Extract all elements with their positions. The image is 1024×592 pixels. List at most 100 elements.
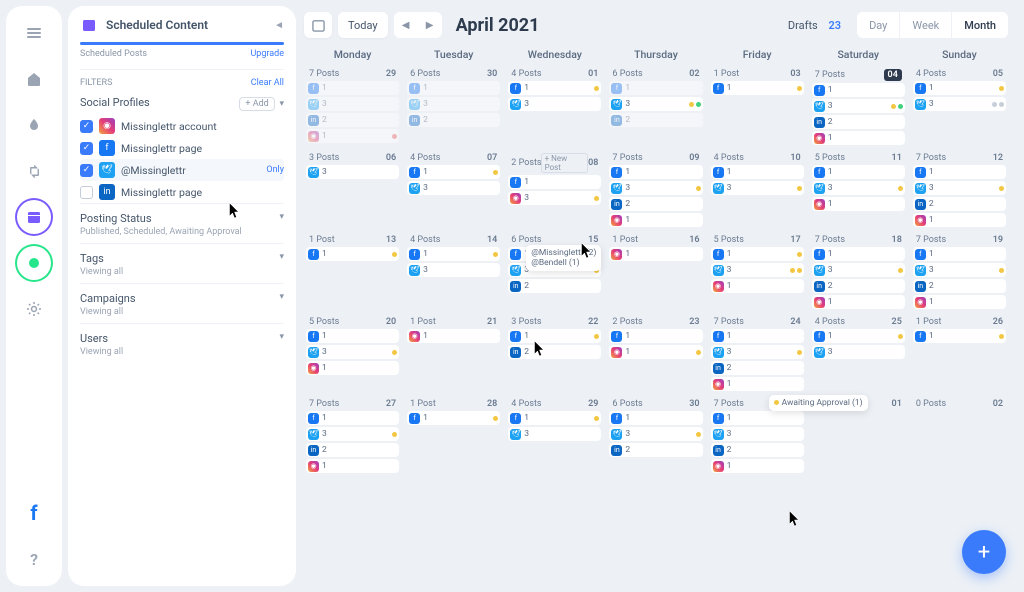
post-row[interactable]: ◉1 xyxy=(711,377,804,391)
post-row[interactable]: f1 xyxy=(609,329,702,343)
day-cell[interactable]: 3 Posts06🕊3 xyxy=(304,151,401,229)
post-row[interactable]: f1 xyxy=(711,165,804,179)
day-cell[interactable]: 7 Posts12f1🕊3in2◉1 xyxy=(911,151,1008,229)
prev-month-button[interactable]: ◀ xyxy=(394,12,418,38)
post-row[interactable]: 🕊3 xyxy=(711,427,804,441)
day-cell[interactable]: 2 Posts23f1◉1 xyxy=(607,315,704,393)
drafts-indicator[interactable]: Drafts 23 xyxy=(788,19,841,32)
post-row[interactable]: 🕊3 xyxy=(812,181,905,195)
post-row[interactable]: in2 xyxy=(812,115,905,129)
post-row[interactable]: f1 xyxy=(407,411,500,425)
day-cell[interactable]: 4 Posts10f1🕊3 xyxy=(709,151,806,229)
profile-checkbox[interactable]: ✓ xyxy=(80,120,93,133)
day-cell[interactable]: 0 Posts02 xyxy=(911,397,1008,475)
post-row[interactable]: f1 xyxy=(306,329,399,343)
view-month[interactable]: Month xyxy=(951,12,1008,38)
post-row[interactable]: 🕊3 xyxy=(812,263,905,277)
day-cell[interactable]: 1 Post13f1 xyxy=(304,233,401,311)
campaigns-title[interactable]: Campaigns xyxy=(80,292,136,305)
post-row[interactable]: 🕊3 xyxy=(711,181,804,195)
nav-home-icon[interactable] xyxy=(17,62,51,96)
post-row[interactable]: ◉1 xyxy=(306,361,399,375)
post-row[interactable]: 🕊3 xyxy=(407,97,500,111)
day-cell[interactable]: 7 Posts01f1🕊3in2◉1Awaiting Approval (1) xyxy=(709,397,806,475)
calendar-icon-button[interactable] xyxy=(304,12,332,38)
profile-row[interactable]: inMissinglettr page xyxy=(80,181,284,203)
day-cell[interactable]: 1 Post26f1 xyxy=(911,315,1008,393)
day-cell[interactable]: 01 xyxy=(810,397,907,475)
post-row[interactable]: ◉1 xyxy=(812,295,905,309)
view-day[interactable]: Day xyxy=(857,12,899,38)
post-row[interactable]: ◉1 xyxy=(812,131,905,145)
post-row[interactable]: ◉1 xyxy=(812,197,905,211)
profile-checkbox[interactable]: ✓ xyxy=(80,142,93,155)
post-row[interactable]: f1 xyxy=(609,165,702,179)
nav-facebook-icon[interactable]: f xyxy=(17,496,51,530)
day-cell[interactable]: 4 Posts07f1🕊3 xyxy=(405,151,502,229)
day-cell[interactable]: 4 Posts25f1🕊3 xyxy=(810,315,907,393)
nav-settings-icon[interactable] xyxy=(17,292,51,326)
nav-help-icon[interactable]: ? xyxy=(17,542,51,576)
post-row[interactable]: 🕊3 xyxy=(913,181,1006,195)
day-cell[interactable]: 4 Posts01f1🕊3 xyxy=(506,67,603,147)
post-row[interactable]: 🕊3 xyxy=(306,97,399,111)
new-post-fab[interactable]: + xyxy=(962,530,1006,574)
view-week[interactable]: Week xyxy=(899,12,951,38)
post-row[interactable]: in2 xyxy=(609,197,702,211)
post-row[interactable]: f1 xyxy=(812,165,905,179)
post-row[interactable]: f1 xyxy=(812,247,905,261)
post-row[interactable]: ◉1 xyxy=(609,247,702,261)
post-row[interactable]: f1 xyxy=(812,83,905,97)
profile-row[interactable]: ✓◉Missinglettr account xyxy=(80,115,284,137)
post-row[interactable]: in2 xyxy=(711,361,804,375)
new-post-button[interactable]: + New Post xyxy=(541,153,589,173)
day-cell[interactable]: 7 Posts04f1🕊3in2◉1 xyxy=(810,67,907,147)
day-cell[interactable]: 6 Posts15f1🕊3in2@Missinglettr (2)@Bendel… xyxy=(506,233,603,311)
post-row[interactable]: 🕊3 xyxy=(306,165,399,179)
post-row[interactable]: ◉1 xyxy=(711,459,804,473)
clear-all-link[interactable]: Clear All xyxy=(251,78,284,88)
chevron-down-icon[interactable]: ▾ xyxy=(279,99,284,109)
day-cell[interactable]: 7 Posts19f1🕊3in2◉1 xyxy=(911,233,1008,311)
post-row[interactable]: f1 xyxy=(711,329,804,343)
post-row[interactable]: ◉1 xyxy=(306,129,399,143)
post-row[interactable]: f1 xyxy=(609,411,702,425)
profile-row[interactable]: ✓fMissinglettr page xyxy=(80,137,284,159)
users-title[interactable]: Users xyxy=(80,332,108,345)
post-row[interactable]: f1 xyxy=(913,329,1006,343)
day-cell[interactable]: 7 Posts18f1🕊3in2◉1 xyxy=(810,233,907,311)
post-row[interactable]: in2 xyxy=(508,279,601,293)
post-row[interactable]: in2 xyxy=(609,113,702,127)
nav-menu-icon[interactable] xyxy=(17,16,51,50)
post-row[interactable]: ◉1 xyxy=(306,459,399,473)
profile-checkbox[interactable] xyxy=(80,186,93,199)
post-row[interactable]: 🕊3 xyxy=(913,263,1006,277)
post-row[interactable]: f1 xyxy=(609,81,702,95)
next-month-button[interactable]: ▶ xyxy=(418,12,442,38)
post-row[interactable]: f1 xyxy=(711,247,804,261)
day-cell[interactable]: 1 Post16◉1 xyxy=(607,233,704,311)
post-row[interactable]: in2 xyxy=(711,443,804,457)
post-row[interactable]: 🕊3 xyxy=(306,345,399,359)
post-row[interactable]: in2 xyxy=(812,279,905,293)
add-profile-button[interactable]: + Add xyxy=(239,97,274,111)
post-row[interactable]: in2 xyxy=(306,443,399,457)
post-row[interactable]: in2 xyxy=(913,279,1006,293)
post-row[interactable]: in2 xyxy=(407,113,500,127)
post-row[interactable]: f1 xyxy=(913,247,1006,261)
post-row[interactable]: 🕊3 xyxy=(812,99,905,113)
post-row[interactable]: f1 xyxy=(913,165,1006,179)
collapse-icon[interactable]: ◄ xyxy=(274,20,284,31)
post-row[interactable]: 🕊3 xyxy=(609,97,702,111)
post-row[interactable]: in2 xyxy=(508,345,601,359)
post-row[interactable]: in2 xyxy=(913,197,1006,211)
nav-analytics-icon[interactable] xyxy=(17,246,51,280)
post-row[interactable]: in2 xyxy=(609,443,702,457)
day-cell[interactable]: 4 Posts05f1🕊3 xyxy=(911,67,1008,147)
post-row[interactable]: f1 xyxy=(508,329,601,343)
post-row[interactable]: 🕊3 xyxy=(508,97,601,111)
post-row[interactable]: ◉1 xyxy=(913,295,1006,309)
day-cell[interactable]: 1 Post21◉1 xyxy=(405,315,502,393)
post-row[interactable]: f1 xyxy=(407,81,500,95)
post-row[interactable]: f1 xyxy=(508,175,601,189)
